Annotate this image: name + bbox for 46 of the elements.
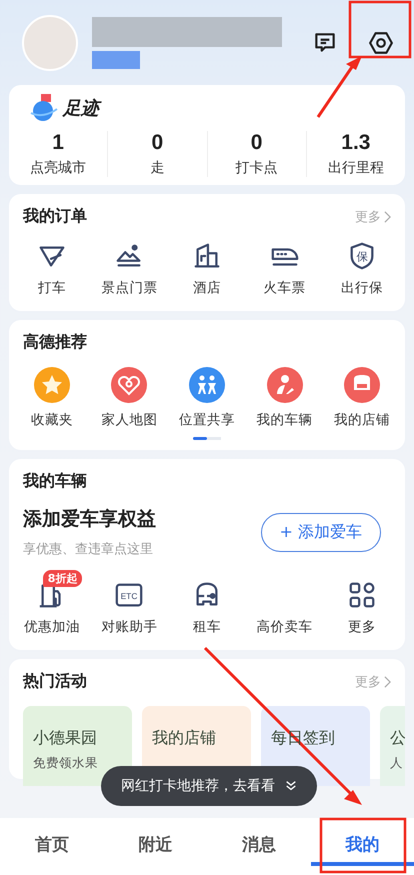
- tab[interactable]: 附近: [104, 827, 207, 866]
- add-car-button[interactable]: + 添加爱车: [260, 512, 381, 552]
- tab[interactable]: 首页: [0, 827, 104, 866]
- chevron-icon: [384, 676, 391, 688]
- stat-value: 1.3: [341, 131, 370, 155]
- section-title: 高德推荐: [23, 332, 87, 353]
- vehicle-tool[interactable]: 高价卖车: [246, 570, 324, 636]
- double-chevron-icon: [285, 780, 297, 792]
- section-title: 我的订单: [23, 206, 87, 227]
- order-entry[interactable]: 打车: [13, 241, 91, 297]
- stat-value: 0: [250, 131, 262, 155]
- highlight-frame: [348, 0, 412, 58]
- recommend-entry[interactable]: 位置共享: [168, 367, 246, 429]
- order-entry[interactable]: 火车票: [246, 241, 324, 297]
- tab[interactable]: 我的: [310, 827, 414, 866]
- vehicle-subtitle: 享优惠、查违章点这里: [23, 541, 154, 558]
- hint-toast[interactable]: 网红打卡地推荐，去看看: [101, 766, 317, 806]
- stat-label: 点亮城市: [30, 159, 86, 177]
- recommend-entry[interactable]: 收藏夹: [13, 367, 91, 429]
- order-entry[interactable]: 景点门票: [90, 241, 168, 297]
- tab[interactable]: 消息: [207, 827, 310, 866]
- order-entry[interactable]: 酒店: [168, 241, 246, 297]
- globe-flag-icon: [29, 93, 59, 123]
- recommend-entry[interactable]: 家人地图: [90, 367, 168, 429]
- section-title: 热门活动: [23, 671, 87, 692]
- vehicle-tool[interactable]: ETC 对账助手: [90, 570, 168, 636]
- blurred-level-badge: [92, 50, 140, 68]
- footprint-card[interactable]: 足迹 1 点亮城市 0 走 0 打卡点 1.3 出行里程: [9, 85, 405, 185]
- stat-label: 出行里程: [328, 159, 384, 177]
- vehicle-tool[interactable]: 8折起 优惠加油: [13, 570, 91, 636]
- settings-icon[interactable]: [368, 30, 394, 56]
- vehicle-tool[interactable]: 租车: [168, 570, 246, 636]
- discount-badge: 8折起: [42, 570, 82, 587]
- order-entry[interactable]: 保 出行保: [323, 241, 401, 297]
- section-title: 我的车辆: [23, 471, 87, 492]
- stat-label: 打卡点: [236, 159, 278, 177]
- stat-label: 走: [150, 159, 164, 177]
- vehicle-headline: 添加爱车享权益: [23, 507, 156, 532]
- annotation-arrow: [316, 56, 362, 118]
- chevron-icon: [384, 210, 391, 222]
- recommend-entry[interactable]: 我的车辆: [246, 367, 324, 429]
- grid-icon: [347, 580, 378, 610]
- stat-value: 1: [52, 131, 64, 155]
- recommend-entry[interactable]: 我的店铺: [323, 367, 401, 429]
- stat-value: 0: [152, 131, 164, 155]
- vehicle-tool[interactable]: 更多: [323, 570, 401, 636]
